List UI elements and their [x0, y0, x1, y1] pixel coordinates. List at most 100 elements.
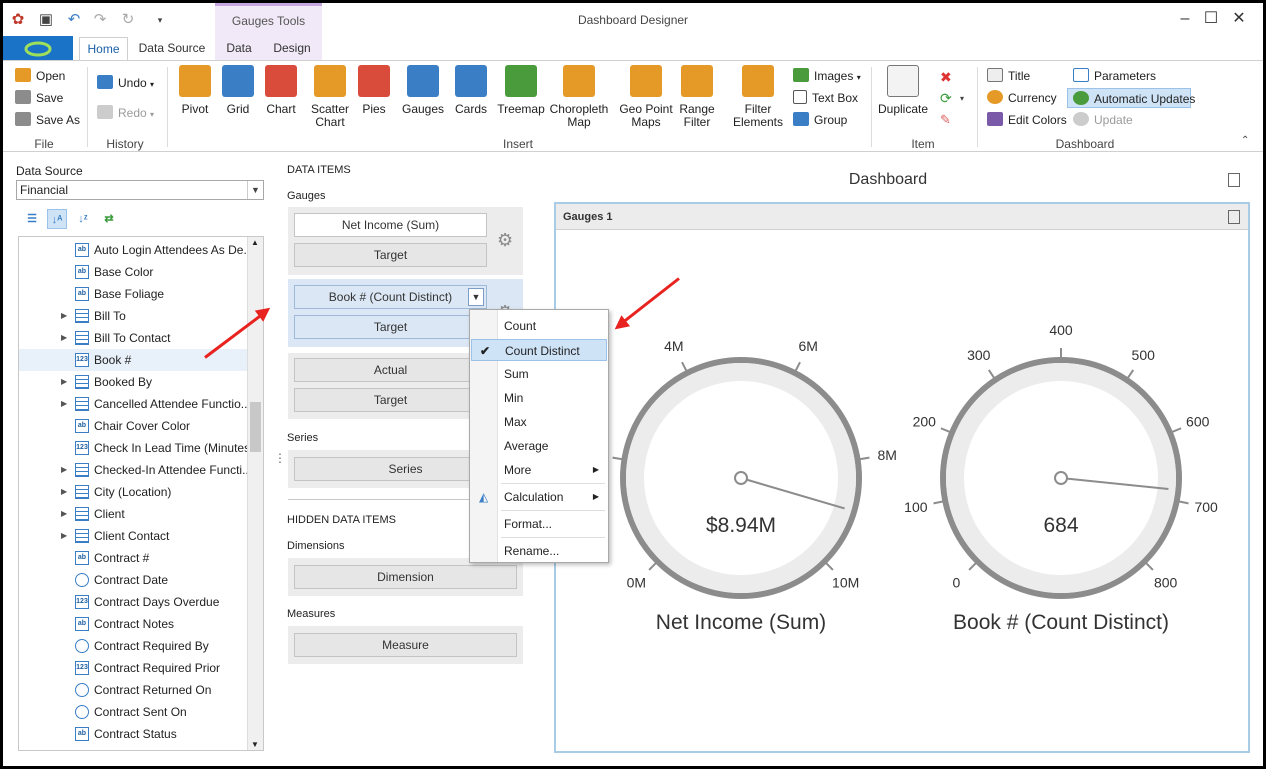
refresh-fields-icon[interactable]: ⇄	[99, 209, 119, 229]
field-list-item[interactable]: ab Base Color	[19, 261, 247, 283]
customize-qat-icon[interactable]: ▾	[151, 11, 169, 29]
field-list-item[interactable]: ab Chair Cover Color	[19, 415, 247, 437]
application-menu-button[interactable]	[3, 36, 73, 60]
refresh-qat-icon[interactable]: ↻	[119, 11, 137, 29]
field-list-item[interactable]: 123 Check In Lead Time (Minutes)	[19, 437, 254, 459]
convert-icon[interactable]: ⟳	[940, 90, 952, 107]
title-button[interactable]: Title	[987, 66, 1030, 86]
menu-item-format[interactable]: Format...	[471, 513, 607, 535]
collapse-ribbon-icon[interactable]: ⌃	[1241, 135, 1249, 146]
expand-arrow-icon[interactable]: ▶	[61, 393, 67, 415]
field-list-item[interactable]: ▶ City (Location)	[19, 481, 247, 503]
field-list[interactable]: ab Auto Login Attendees As De... ab Base Co…	[18, 236, 264, 751]
save-qat-icon[interactable]: ▣	[37, 11, 55, 29]
sort-ascending-icon[interactable]: ↓ᴬ	[47, 209, 67, 229]
update-button[interactable]: Update	[1073, 110, 1133, 130]
grid-button[interactable]: Grid	[218, 65, 258, 116]
chevron-down-icon[interactable]: ▼	[468, 288, 484, 306]
field-list-item[interactable]: ▶ Client	[19, 503, 247, 525]
field-list-item[interactable]: 123 Contract Required Prior	[19, 657, 247, 679]
parameters-button[interactable]: Parameters	[1073, 66, 1156, 86]
range-filter-button[interactable]: Range Filter	[673, 65, 721, 129]
sort-descending-icon[interactable]: ↓ᶻ	[73, 209, 93, 229]
target-slot[interactable]: Target	[294, 315, 487, 339]
expand-arrow-icon[interactable]: ▶	[61, 459, 67, 481]
scroll-down-icon[interactable]: ▼	[251, 740, 259, 749]
tab-data-source[interactable]: Data Source	[137, 41, 207, 60]
duplicate-button[interactable]: Duplicate	[877, 65, 929, 116]
undo-qat-icon[interactable]: ↶	[65, 11, 83, 29]
cards-button[interactable]: Cards	[451, 65, 491, 116]
splitter-grip-icon[interactable]: ⋮	[274, 451, 286, 465]
field-list-item[interactable]: ab Auto Login Attendees As De...	[19, 239, 253, 261]
field-list-item[interactable]: ab Contract Status	[19, 723, 247, 745]
menu-item-min[interactable]: Min	[471, 387, 607, 409]
target-slot[interactable]: Target	[294, 243, 487, 267]
redo-qat-icon[interactable]: ↷	[91, 11, 109, 29]
tab-data[interactable]: Data	[221, 41, 257, 60]
field-list-item[interactable]: ▶ Client Contact	[19, 525, 247, 547]
group-button[interactable]: Group	[793, 110, 847, 130]
field-list-item[interactable]: ▶ Booked By	[19, 371, 247, 393]
menu-item-calculation[interactable]: ◭ Calculation ▶	[471, 486, 607, 508]
maximize-button[interactable]: ☐	[1201, 9, 1221, 29]
tab-design[interactable]: Design	[271, 41, 313, 60]
undo-button[interactable]: Undo ▾	[97, 73, 154, 93]
field-list-item[interactable]: ▶ Checked-In Attendee Functi...	[19, 459, 252, 481]
gear-icon[interactable]: ⚙	[497, 231, 513, 249]
treemap-button[interactable]: Treemap	[495, 65, 547, 116]
menu-item-more[interactable]: More ▶	[471, 459, 607, 481]
measure-slot[interactable]: Measure	[294, 633, 517, 657]
scroll-up-icon[interactable]: ▲	[251, 238, 259, 247]
actual-placeholder-slot[interactable]: Actual	[294, 358, 487, 382]
menu-item-sum[interactable]: Sum	[471, 363, 607, 385]
automatic-updates-button[interactable]: Automatic Updates	[1067, 88, 1195, 108]
export-icon[interactable]	[1228, 173, 1240, 187]
export-item-icon[interactable]	[1228, 210, 1240, 224]
field-list-item[interactable]: Contract Required By	[19, 635, 247, 657]
menu-item-average[interactable]: Average	[471, 435, 607, 457]
actual-slot-book-count-distinct[interactable]: Book # (Count Distinct) ▼	[294, 285, 487, 309]
chart-button[interactable]: Chart	[261, 65, 301, 116]
currency-button[interactable]: Currency	[987, 88, 1057, 108]
field-list-item[interactable]: ab Contract #	[19, 547, 247, 569]
field-list-item[interactable]: ab Base Foliage	[19, 283, 247, 305]
expand-arrow-icon[interactable]: ▶	[61, 481, 67, 503]
expand-arrow-icon[interactable]: ▶	[61, 305, 67, 327]
redo-button[interactable]: Redo ▾	[97, 103, 154, 123]
expand-arrow-icon[interactable]: ▶	[61, 371, 67, 393]
open-button[interactable]: Open	[15, 66, 65, 86]
save-as-button[interactable]: Save As	[15, 110, 80, 130]
field-list-item[interactable]: ▶ Bill To Contact	[19, 327, 247, 349]
actual-slot-net-income[interactable]: Net Income (Sum)	[294, 213, 487, 237]
choropleth-map-button[interactable]: Choropleth Map	[547, 65, 611, 129]
tab-home[interactable]: Home	[79, 37, 128, 61]
images-button[interactable]: Images ▾	[793, 66, 861, 86]
eraser-icon[interactable]: ✎	[940, 112, 951, 128]
app-logo-icon[interactable]: ✿	[9, 11, 27, 29]
gauges-panel[interactable]: Gauges 1 0M2M4M6M8M10M$8.94MNet Income (…	[554, 202, 1250, 753]
field-list-item[interactable]: ab Contract Notes	[19, 613, 247, 635]
menu-item-count[interactable]: Count	[471, 315, 607, 337]
menu-item-rename[interactable]: Rename...	[471, 540, 607, 562]
expand-arrow-icon[interactable]: ▶	[61, 525, 67, 547]
text-box-button[interactable]: Text Box	[793, 88, 858, 108]
convert-dropdown-icon[interactable]: ▾	[960, 94, 964, 103]
edit-colors-button[interactable]: Edit Colors	[987, 110, 1067, 130]
target-placeholder-slot[interactable]: Target	[294, 388, 487, 412]
chevron-down-icon[interactable]: ▼	[247, 181, 263, 199]
field-list-item[interactable]: ▶ Bill To	[19, 305, 247, 327]
dimension-slot[interactable]: Dimension	[294, 565, 517, 589]
minimize-button[interactable]: –	[1175, 9, 1195, 29]
delete-icon[interactable]: ✖	[940, 69, 952, 86]
data-source-combo[interactable]: Financial ▼	[16, 180, 264, 200]
filter-elements-button[interactable]: Filter Elements	[726, 65, 790, 129]
save-button[interactable]: Save	[15, 88, 63, 108]
group-by-type-icon[interactable]: ☰	[22, 209, 42, 229]
close-button[interactable]: ✕	[1229, 9, 1249, 29]
expand-arrow-icon[interactable]: ▶	[61, 327, 67, 349]
scatter-chart-button[interactable]: Scatter Chart	[305, 65, 355, 129]
field-list-item[interactable]: Contract Returned On	[19, 679, 247, 701]
geo-point-maps-button[interactable]: Geo Point Maps	[616, 65, 676, 129]
field-list-item[interactable]: Contract Date	[19, 569, 247, 591]
